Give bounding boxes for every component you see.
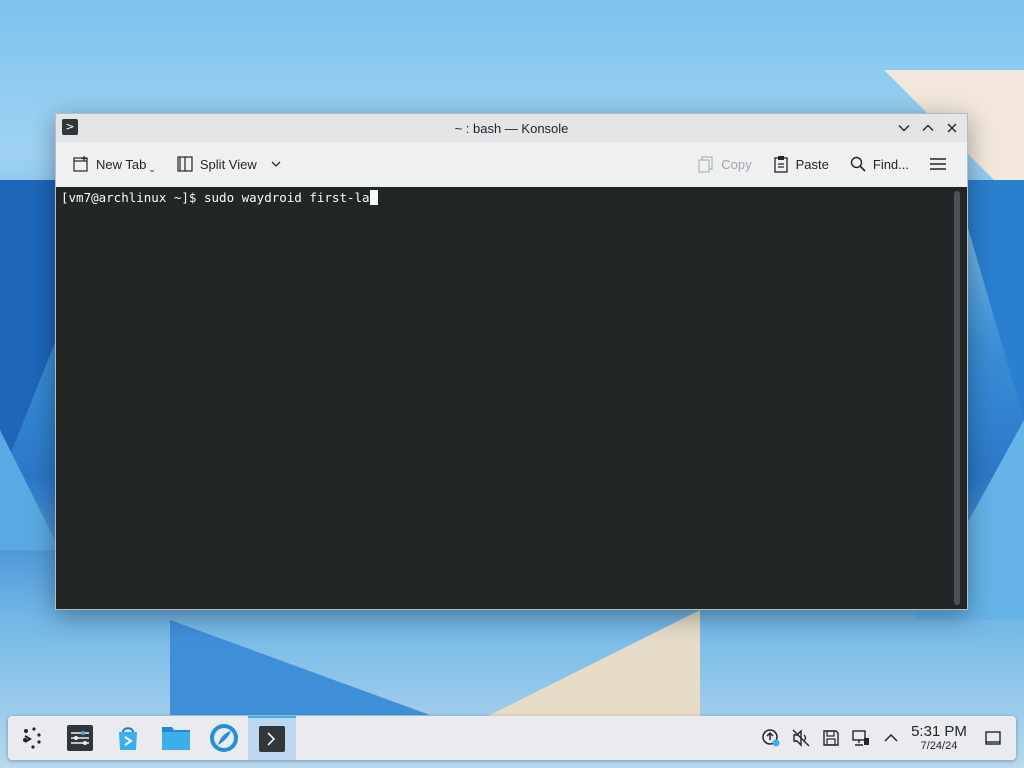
chevron-down-icon	[271, 161, 281, 167]
find-button[interactable]: Find...	[841, 151, 917, 177]
maximize-button[interactable]	[919, 117, 937, 139]
new-tab-label: New Tab	[96, 156, 147, 172]
konsole-window: > ~ : bash — Konsole New Tab ⌄ Split Vie…	[55, 113, 968, 610]
split-view-icon	[177, 156, 193, 172]
update-notifier-button[interactable]	[756, 723, 786, 753]
konsole-app-icon[interactable]: >	[62, 119, 78, 135]
shell-prompt: [vm7@archlinux ~]$	[61, 190, 204, 205]
web-browser-icon	[210, 724, 238, 752]
taskbar-system-settings[interactable]	[56, 716, 104, 760]
typed-command: sudo waydroid first-la	[204, 190, 370, 205]
split-view-button[interactable]: Split View	[168, 151, 291, 177]
app-launcher-button[interactable]	[8, 716, 56, 760]
wallpaper-shape	[0, 430, 60, 550]
system-tray: 5:31 PM 7/24/24	[756, 716, 1016, 760]
app-launcher-icon	[23, 727, 41, 749]
terminal-view[interactable]: [vm7@archlinux ~]$ sudo waydroid first-l…	[56, 187, 967, 609]
text-cursor	[369, 190, 378, 205]
volume-button[interactable]	[786, 723, 816, 753]
digital-clock[interactable]: 5:31 PM 7/24/24	[906, 723, 972, 753]
terminal-line: [vm7@archlinux ~]$ sudo waydroid first-l…	[61, 190, 378, 205]
minimize-icon	[898, 125, 910, 132]
new-tab-icon	[73, 156, 88, 172]
terminal-scrollbar[interactable]	[954, 191, 960, 605]
taskbar-file-manager[interactable]	[152, 716, 200, 760]
maximize-icon	[922, 124, 934, 131]
hamburger-menu-icon	[930, 158, 946, 170]
copy-label: Copy	[721, 156, 752, 172]
volume-muted-icon	[792, 729, 810, 747]
disks-button[interactable]	[816, 723, 846, 753]
taskbar-discover[interactable]	[104, 716, 152, 760]
clock-time: 5:31 PM	[911, 723, 967, 740]
show-hidden-icons-button[interactable]	[876, 723, 906, 753]
copy-button[interactable]: Copy	[689, 151, 759, 177]
paste-button[interactable]: Paste	[764, 151, 837, 177]
search-icon	[850, 156, 866, 172]
new-tab-button[interactable]: New Tab ⌄	[64, 150, 164, 179]
network-button[interactable]	[846, 723, 876, 753]
minimize-button[interactable]	[895, 117, 913, 139]
wallpaper-shape	[480, 610, 700, 720]
toolbar: New Tab ⌄ Split View Copy Paste Find...	[56, 142, 967, 186]
wallpaper-shape	[170, 620, 430, 715]
close-button[interactable]	[943, 117, 961, 139]
taskbar-web-browser[interactable]	[200, 716, 248, 760]
split-view-label: Split View	[199, 156, 257, 172]
show-desktop-button[interactable]	[978, 723, 1008, 753]
close-icon	[947, 123, 957, 133]
discover-store-icon	[119, 727, 137, 750]
new-tab-dropdown-indicator: ⌄	[148, 163, 156, 174]
window-controls	[895, 117, 961, 139]
system-settings-icon	[67, 725, 93, 751]
network-wired-icon	[852, 730, 869, 746]
file-manager-icon	[162, 727, 190, 750]
show-hidden-icons-chevron-icon	[884, 733, 898, 742]
hamburger-menu-button[interactable]	[921, 151, 955, 177]
title-bar[interactable]: > ~ : bash — Konsole	[56, 114, 967, 142]
show-desktop-icon	[985, 731, 1001, 745]
update-notifier-icon	[762, 729, 780, 747]
taskbar: 5:31 PM 7/24/24	[8, 716, 1016, 760]
find-label: Find...	[872, 156, 909, 172]
copy-icon	[698, 156, 713, 173]
konsole-icon	[259, 726, 285, 752]
paste-label: Paste	[795, 156, 829, 172]
clock-date: 7/24/24	[920, 740, 958, 752]
disks-icon	[823, 730, 839, 746]
taskbar-konsole[interactable]	[248, 716, 296, 760]
window-title: ~ : bash — Konsole	[454, 120, 569, 136]
paste-icon	[773, 156, 788, 173]
